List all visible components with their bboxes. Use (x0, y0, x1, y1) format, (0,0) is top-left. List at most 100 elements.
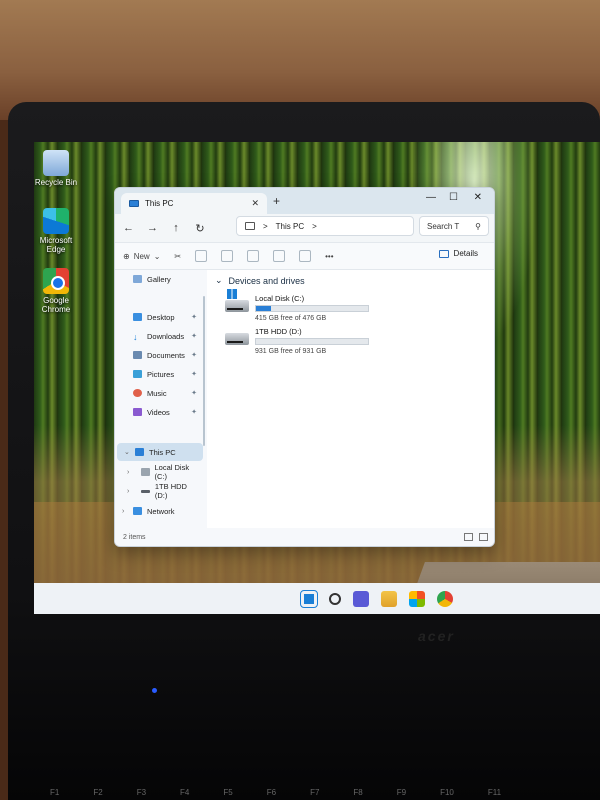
pin-icon[interactable]: ✦ (191, 351, 197, 359)
sidebar-item-label: This PC (149, 447, 176, 457)
copy-icon[interactable] (195, 250, 208, 262)
minimize-button[interactable]: — (426, 192, 436, 203)
drive-tile-c[interactable]: Local Disk (C:) 415 GB free of 476 GB (225, 289, 385, 328)
recycle-bin-icon (43, 150, 69, 176)
function-key[interactable]: F11 (488, 788, 501, 797)
pin-icon[interactable]: ✦ (191, 370, 197, 378)
drive-usage-fill (256, 306, 271, 311)
desktop-icon-recycle-bin[interactable]: Recycle Bin (31, 150, 81, 187)
sidebar-item-label: Network (147, 506, 175, 516)
chevron-down-icon[interactable]: ⌄ (124, 448, 130, 456)
function-key[interactable]: F10 (440, 788, 454, 797)
back-arrow-icon[interactable]: ← (123, 222, 134, 234)
drive-name: 1TB HDD (D:) (255, 327, 302, 336)
share-icon[interactable] (273, 250, 286, 262)
sidebar-item-network[interactable]: › Network (115, 502, 201, 520)
refresh-icon[interactable]: ↻ (195, 222, 205, 235)
function-key[interactable]: F8 (353, 788, 362, 797)
tab-this-pc[interactable]: This PC ✕ (121, 193, 267, 214)
sidebar-item-videos[interactable]: Videos ✦ (115, 403, 201, 421)
maximize-button[interactable]: ☐ (449, 192, 458, 203)
function-key[interactable]: F4 (180, 788, 189, 797)
drive-icon (141, 468, 150, 476)
desktop-icon-chrome[interactable]: Google Chrome (31, 268, 81, 314)
drive-tile-d[interactable]: 1TB HDD (D:) 931 GB free of 931 GB (225, 327, 385, 361)
function-key[interactable]: F7 (310, 788, 319, 797)
function-key[interactable]: F5 (223, 788, 232, 797)
details-button[interactable]: Details (438, 249, 478, 258)
drive-free-space: 415 GB free of 476 GB (255, 315, 327, 322)
search-box[interactable]: Search T ⚲ (419, 216, 489, 236)
pictures-icon (133, 370, 142, 378)
sidebar-item-desktop[interactable]: Desktop ✦ (115, 308, 201, 326)
details-view-icon[interactable] (464, 533, 473, 541)
details-pane-icon (438, 249, 449, 258)
chevron-right-icon[interactable]: › (122, 508, 124, 515)
documents-icon (133, 351, 142, 359)
sidebar-item-pictures[interactable]: Pictures ✦ (115, 365, 201, 383)
sidebar-item-documents[interactable]: Documents ✦ (115, 346, 201, 364)
file-explorer-icon[interactable] (381, 590, 397, 607)
address-location[interactable]: This PC (276, 222, 304, 231)
title-bar: This PC ✕ + — ☐ ✕ (115, 188, 494, 214)
sidebar-item-this-pc[interactable]: ⌄ This PC (117, 443, 203, 461)
sidebar-item-gallery[interactable]: Gallery (115, 270, 201, 288)
function-key[interactable]: F2 (93, 788, 102, 797)
sidebar-item-label: Gallery (147, 274, 171, 284)
sidebar-item-music[interactable]: Music ✦ (115, 384, 201, 402)
download-arrow-icon: ↓ (133, 332, 138, 342)
up-arrow-icon[interactable]: ↑ (171, 222, 181, 234)
this-pc-icon (135, 448, 144, 456)
sidebar-item-local-disk-c[interactable]: › Local Disk (C:) (115, 463, 201, 481)
cut-icon[interactable]: ✂ (174, 252, 181, 261)
delete-icon[interactable] (299, 250, 312, 262)
brand-logo: acer (418, 628, 455, 644)
new-tab-button[interactable]: + (273, 194, 280, 208)
function-key[interactable]: F3 (137, 788, 146, 797)
pin-icon[interactable]: ✦ (191, 408, 197, 416)
search-icon[interactable] (329, 592, 341, 605)
taskbar (34, 583, 600, 614)
address-bar[interactable]: > This PC > (236, 216, 414, 236)
desktop-icon-edge[interactable]: Microsoft Edge (31, 208, 81, 254)
store-icon[interactable] (409, 590, 425, 607)
address-separator[interactable]: > (312, 222, 317, 231)
rename-icon[interactable] (247, 250, 260, 262)
new-label: New (133, 251, 150, 261)
pin-icon[interactable]: ✦ (191, 332, 197, 340)
item-count: 2 items (123, 534, 146, 541)
sidebar-item-label: 1TB HDD (D:) (154, 482, 187, 500)
drive-name: Local Disk (C:) (255, 294, 305, 303)
close-window-button[interactable]: ✕ (474, 192, 482, 203)
teams-icon[interactable] (353, 590, 369, 607)
close-tab-icon[interactable]: ✕ (251, 198, 259, 209)
start-button[interactable] (300, 589, 318, 608)
chevron-down-icon: ⌄ (215, 275, 223, 285)
chevron-right-icon[interactable]: › (127, 488, 129, 495)
chevron-right-icon[interactable]: › (127, 469, 129, 476)
paste-icon[interactable] (221, 250, 234, 262)
sidebar-item-downloads[interactable]: ↓ Downloads ✦ (115, 327, 201, 345)
pin-icon[interactable]: ✦ (191, 313, 197, 321)
section-header[interactable]: ⌄ Devices and drives (215, 275, 305, 286)
sidebar-item-label: Pictures (147, 369, 175, 379)
forward-arrow-icon[interactable]: → (147, 222, 158, 234)
sidebar-item-label: Music (147, 388, 167, 398)
desktop-icon-label: Google Chrome (41, 296, 71, 314)
chrome-icon[interactable] (437, 590, 453, 607)
function-key[interactable]: F1 (50, 788, 59, 797)
new-button[interactable]: ⊕ New ⌄ (123, 252, 160, 261)
tiles-view-icon[interactable] (479, 533, 488, 541)
camera-led (152, 688, 157, 693)
section-title: Devices and drives (228, 275, 305, 286)
pin-icon[interactable]: ✦ (191, 389, 197, 397)
desktop-icon-label: Microsoft Edge (39, 236, 73, 254)
sidebar-scrollbar[interactable] (203, 296, 205, 446)
tab-title: This PC (145, 199, 174, 208)
sidebar-item-hdd-d[interactable]: › 1TB HDD (D:) (115, 482, 201, 500)
function-key[interactable]: F6 (267, 788, 276, 797)
music-icon (133, 389, 142, 397)
more-options-button[interactable]: ••• (325, 252, 333, 261)
details-label: Details (453, 249, 478, 258)
function-key[interactable]: F9 (397, 788, 406, 797)
